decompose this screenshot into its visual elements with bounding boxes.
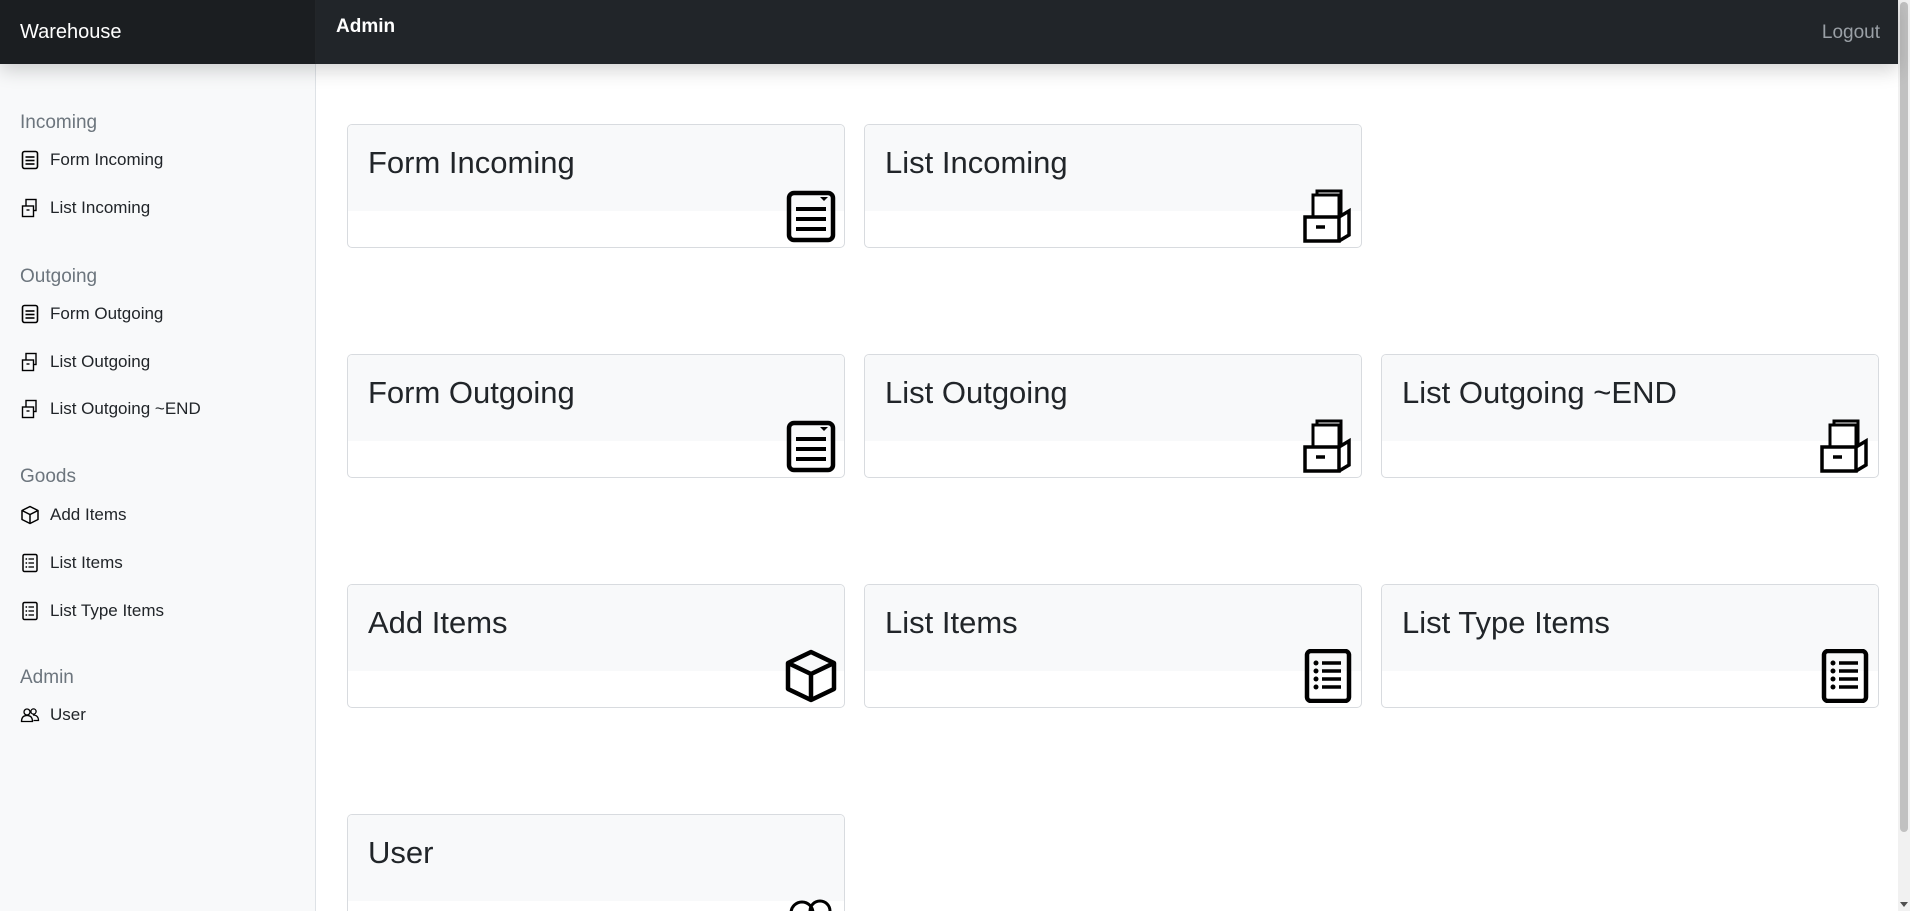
card-form-incoming[interactable]: Form Incoming	[347, 124, 845, 248]
archive-icon	[21, 352, 37, 372]
brand-logo[interactable]: Warehouse	[0, 0, 316, 64]
sidebar-heading-admin: Admin	[20, 667, 74, 688]
logout-link[interactable]: Logout	[1822, 22, 1880, 44]
list-icon	[22, 601, 38, 621]
archive-icon	[1303, 419, 1351, 473]
card-title: Add Items	[368, 605, 508, 640]
card-title: List Outgoing ~END	[1402, 375, 1677, 410]
scroll-down-arrow-icon[interactable]	[1900, 902, 1908, 907]
archive-icon	[1303, 189, 1351, 243]
users-icon	[20, 708, 40, 723]
sidebar-item-label: List Type Items	[50, 601, 165, 620]
card-list-outgoing[interactable]: List Outgoing	[864, 354, 1362, 478]
card-title: User	[368, 835, 434, 870]
list-icon	[1304, 649, 1352, 703]
sidebar-item-label: Form Outgoing	[50, 304, 164, 323]
form-icon	[21, 150, 39, 170]
form-icon	[786, 420, 836, 473]
card-title: List Outgoing	[885, 375, 1068, 410]
sidebar-item-add-items[interactable]: Add Items	[20, 505, 127, 525]
list-icon	[22, 553, 38, 573]
card-user[interactable]: User	[347, 814, 845, 911]
list-icon	[1821, 649, 1869, 703]
form-icon	[786, 190, 836, 243]
sidebar-item-label: List Outgoing ~END	[50, 399, 201, 418]
sidebar: Incoming Form Incoming List Incoming Out…	[0, 64, 316, 911]
archive-icon	[21, 198, 37, 218]
card-title: Form Outgoing	[368, 375, 575, 410]
sidebar-item-list-outgoing[interactable]: List Outgoing	[20, 352, 150, 372]
sidebar-heading-outgoing: Outgoing	[20, 266, 98, 287]
sidebar-heading-goods: Goods	[20, 466, 76, 487]
card-list-incoming[interactable]: List Incoming	[864, 124, 1362, 248]
card-title: List Incoming	[885, 145, 1068, 180]
users-icon	[789, 899, 832, 911]
card-title: Form Incoming	[368, 145, 575, 180]
sidebar-item-label: List Outgoing	[50, 352, 151, 371]
sidebar-item-label: Add Items	[50, 505, 127, 524]
box-icon	[785, 649, 837, 703]
sidebar-heading-incoming: Incoming	[20, 112, 98, 133]
card-list-type-items[interactable]: List Type Items	[1381, 584, 1879, 708]
top-navbar: Warehouse Admin Logout	[0, 0, 1898, 64]
card-add-items[interactable]: Add Items	[347, 584, 845, 708]
sidebar-item-label: User	[50, 705, 86, 724]
archive-icon	[21, 399, 37, 419]
sidebar-item-list-incoming[interactable]: List Incoming	[20, 198, 150, 218]
sidebar-item-label: List Incoming	[50, 198, 151, 217]
sidebar-item-label: Form Incoming	[50, 150, 164, 169]
sidebar-item-label: List Items	[50, 553, 123, 572]
archive-icon	[1820, 419, 1868, 473]
card-list-outgoing-end[interactable]: List Outgoing ~END	[1381, 354, 1879, 478]
scrollbar-thumb[interactable]	[1900, 2, 1908, 832]
card-list-items[interactable]: List Items	[864, 584, 1362, 708]
sidebar-item-user[interactable]: User	[20, 705, 86, 725]
card-title: List Type Items	[1402, 605, 1610, 640]
sidebar-item-form-outgoing[interactable]: Form Outgoing	[20, 304, 163, 324]
sidebar-item-form-incoming[interactable]: Form Incoming	[20, 150, 163, 170]
card-title: List Items	[885, 605, 1018, 640]
box-icon	[21, 505, 39, 525]
card-form-outgoing[interactable]: Form Outgoing	[347, 354, 845, 478]
form-icon	[21, 304, 39, 324]
sidebar-item-list-type-items[interactable]: List Type Items	[20, 601, 164, 621]
sidebar-item-list-outgoing-end[interactable]: List Outgoing ~END	[20, 399, 201, 419]
sidebar-item-list-items[interactable]: List Items	[20, 553, 123, 573]
page-title: Admin	[336, 16, 396, 37]
vertical-scrollbar[interactable]	[1898, 0, 1910, 911]
